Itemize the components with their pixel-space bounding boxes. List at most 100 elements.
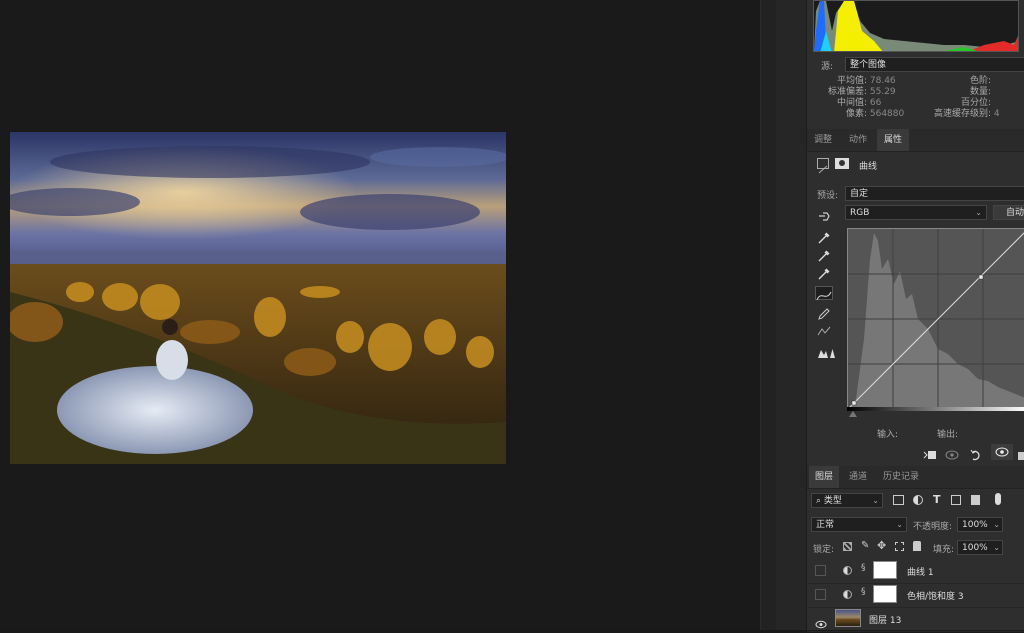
link-icon[interactable]: § (861, 587, 866, 597)
curves-adjustment-icon (817, 158, 829, 174)
opacity-value: 100% (962, 520, 988, 530)
preset-value: 自定 (850, 189, 869, 199)
layer-thumbnail[interactable] (835, 609, 861, 627)
tab-properties[interactable]: 属性 (877, 129, 909, 151)
adjustment-layer-icon (843, 590, 852, 599)
layer-mask-icon[interactable] (835, 158, 849, 169)
tab-adjustments[interactable]: 调整 (807, 129, 839, 151)
draw-pencil-icon[interactable] (817, 306, 831, 320)
link-icon[interactable]: § (861, 563, 866, 573)
chevron-down-icon: ⌄ (872, 496, 879, 505)
clipping-warning-icon[interactable] (817, 344, 835, 358)
tab-channels[interactable]: 通道 (841, 466, 875, 488)
lock-image-pixels-icon[interactable]: ✎ (861, 540, 869, 551)
layer-filter-select[interactable]: ⌕ 类型 ⌄ (811, 493, 883, 508)
smooth-curve-icon[interactable] (817, 324, 831, 338)
histogram-stats-left: 平均值: 78.46 标准偏差: 55.29 中间值: 66 像素: 56488… (813, 76, 913, 120)
filter-adjustment-layers-icon[interactable] (913, 495, 923, 505)
chevron-down-icon: ⌄ (993, 543, 1000, 552)
input-label: 输入: (877, 430, 899, 440)
layer-name[interactable]: 图层 13 (869, 613, 901, 626)
layer-row[interactable]: § 色相/饱和度 3 (807, 583, 1024, 608)
histogram-graph (813, 0, 1019, 52)
histogram-stats-right: 色阶: 数量: 百分位: 高速缓存级别: 4 (907, 76, 1024, 120)
tab-layers[interactable]: 图层 (809, 466, 839, 488)
median-label: 中间值: (836, 98, 867, 108)
stddev-label: 标准偏差: (827, 87, 867, 97)
layer-row[interactable]: 图层 13 (807, 607, 1024, 632)
edit-points-curve-icon[interactable] (815, 286, 833, 301)
auto-button[interactable]: 自动 (993, 205, 1024, 220)
document-canvas[interactable] (0, 0, 760, 630)
filter-toggle-icon[interactable] (995, 493, 1001, 505)
auto-button-label: 自动 (1005, 208, 1024, 218)
blend-mode-value: 正常 (816, 520, 835, 530)
lock-position-icon[interactable]: ✥ (877, 539, 886, 552)
curves-graph[interactable] (847, 228, 1024, 408)
filter-shape-layers-icon[interactable] (951, 495, 961, 505)
collapsed-panels-strip (776, 0, 806, 630)
right-panels: 源: 整个图像 平均值: 78.46 标准偏差: 55.29 中间值: 66 像… (806, 0, 1024, 632)
mean-value: 78.46 (869, 76, 896, 86)
histogram-panel: 源: 整个图像 平均值: 78.46 标准偏差: 55.29 中间值: 66 像… (807, 0, 1024, 128)
median-value: 66 (869, 98, 882, 108)
visibility-toggle[interactable] (815, 589, 826, 600)
blend-mode-select[interactable]: 正常 ⌄ (811, 517, 907, 532)
black-point-slider[interactable] (849, 411, 857, 417)
view-previous-state-icon[interactable] (945, 446, 961, 460)
reset-icon[interactable] (969, 446, 983, 461)
toggle-visibility-icon[interactable] (991, 444, 1013, 460)
tab-actions[interactable]: 动作 (841, 129, 875, 151)
cache-label: 高速缓存级别: (933, 109, 991, 119)
chevron-down-icon: ⌄ (993, 520, 1000, 529)
filter-pixel-layers-icon[interactable] (893, 495, 904, 505)
stddev-value: 55.29 (869, 87, 896, 97)
layer-name[interactable]: 曲线 1 (907, 565, 934, 578)
layer-name[interactable]: 色相/饱和度 3 (907, 589, 964, 602)
channel-select[interactable]: RGB ⌄ (845, 205, 987, 220)
adjustment-layer-icon (843, 566, 852, 575)
layer-row[interactable]: § 曲线 1 (807, 559, 1024, 584)
lock-transparent-pixels-icon[interactable] (843, 542, 852, 551)
preset-label: 预设: (817, 191, 839, 201)
layers-panel: ⌕ 类型 ⌄ T 正常 ⌄ 不透明度: 100% ⌄ 锁定: ✎ ✥ 填充: 1… (807, 489, 1024, 632)
sample-white-eyedropper-icon[interactable] (817, 266, 831, 280)
curves-gradient-bar (847, 407, 1024, 411)
level-label: 色阶: (969, 76, 991, 86)
fill-input[interactable]: 100% ⌄ (957, 540, 1003, 555)
count-label: 数量: (969, 87, 991, 97)
opacity-input[interactable]: 100% ⌄ (957, 517, 1003, 532)
histogram-source-select[interactable]: 整个图像 (845, 57, 1024, 72)
document-image[interactable] (10, 132, 506, 464)
properties-tabbar: 调整 动作 属性 (807, 129, 1024, 152)
percentile-label: 百分位: (960, 98, 991, 108)
sample-gray-eyedropper-icon[interactable] (817, 248, 831, 262)
filter-smart-objects-icon[interactable] (971, 495, 980, 505)
tab-history[interactable]: 历史记录 (877, 466, 925, 488)
lock-artboard-icon[interactable] (895, 542, 904, 551)
cache-value: 4 (993, 109, 1000, 119)
lock-label: 锁定: (813, 545, 835, 555)
preset-select[interactable]: 自定 (845, 186, 1024, 201)
sample-black-eyedropper-icon[interactable] (817, 230, 831, 244)
output-label: 输出: (937, 430, 959, 440)
properties-panel: 曲线 预设: 自定 RGB ⌄ 自动 输入: 输出: (807, 152, 1024, 462)
lock-all-icon[interactable] (913, 541, 921, 551)
panel-dock-gutter (760, 0, 777, 630)
delete-icon[interactable] (1017, 446, 1024, 460)
eye-icon[interactable] (815, 614, 827, 629)
clip-to-layer-icon[interactable] (923, 446, 937, 459)
search-icon: ⌕ (816, 496, 822, 506)
fill-value: 100% (962, 543, 988, 553)
histogram-source-label: 源: (821, 62, 834, 72)
layer-filter-value: 类型 (823, 496, 842, 506)
pixels-value: 564880 (869, 109, 905, 119)
layers-tabbar: 图层 通道 历史记录 (807, 466, 1024, 489)
filter-type-layers-icon[interactable]: T (933, 493, 941, 506)
targeted-adjustment-hand-icon[interactable] (817, 207, 833, 221)
visibility-toggle[interactable] (815, 565, 826, 576)
layer-mask-thumbnail[interactable] (873, 561, 897, 579)
histogram-source-value: 整个图像 (850, 60, 887, 70)
chevron-down-icon: ⌄ (975, 208, 982, 217)
layer-mask-thumbnail[interactable] (873, 585, 897, 603)
